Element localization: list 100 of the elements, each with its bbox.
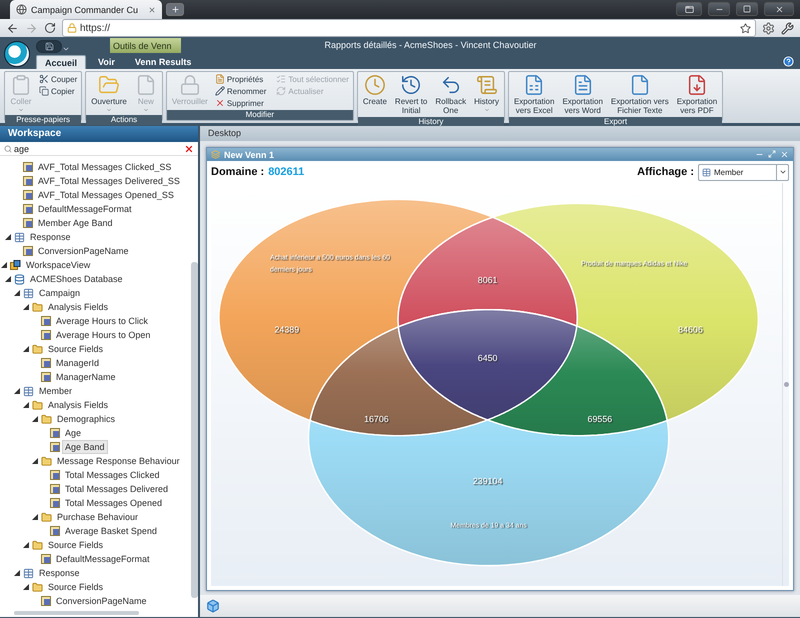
tree-item[interactable]: Message Response Behaviour <box>54 454 183 468</box>
expander-icon[interactable] <box>22 583 30 591</box>
display-dropdown[interactable]: Member <box>698 164 789 180</box>
tree-item[interactable]: Age <box>62 426 84 440</box>
window-title: New Venn 1 <box>224 150 274 160</box>
folder-icon <box>32 540 43 550</box>
ribbon-button[interactable]: Exportation vers Word <box>559 73 606 116</box>
expander-icon[interactable] <box>0 261 8 269</box>
ribbon-tab[interactable]: Voir <box>90 55 123 69</box>
expander-icon[interactable] <box>22 345 30 353</box>
ribbon-button[interactable]: Revert to Initial <box>392 73 430 116</box>
domain-label: Domaine : <box>211 166 264 178</box>
expander-icon[interactable] <box>31 513 39 521</box>
tree-item[interactable]: DefaultMessageFormat <box>53 552 153 566</box>
expander-icon[interactable] <box>13 569 21 577</box>
region-count: 69556 <box>588 414 612 424</box>
tree-item[interactable]: ACMEShoes Database <box>27 272 126 286</box>
tree-item[interactable]: ManagerId <box>53 356 102 370</box>
ribbon-button[interactable]: Couper <box>37 73 80 85</box>
history-icon <box>400 74 422 96</box>
address-field[interactable]: https:// <box>62 19 756 37</box>
tab-title: Campaign Commander Cu <box>31 4 138 14</box>
tree-item[interactable]: Source Fields <box>45 538 106 552</box>
tree-item[interactable]: AVF_Total Messages Opened_SS <box>35 188 177 202</box>
ribbon-button[interactable]: Exportation vers Excel <box>510 73 558 116</box>
back-icon[interactable] <box>6 22 19 34</box>
tree-item[interactable]: Member <box>36 384 76 398</box>
tree-item[interactable]: Total Messages Opened <box>62 496 166 510</box>
window-button[interactable] <box>676 2 702 16</box>
new-tab-button[interactable] <box>166 3 184 16</box>
tree-item[interactable]: AVF_Total Messages Clicked_SS <box>35 160 174 174</box>
tree-item[interactable]: ConversionPageName <box>35 244 132 258</box>
tree-item[interactable]: Purchase Behaviour <box>54 510 142 524</box>
expander-icon[interactable] <box>22 541 30 549</box>
ribbon-tab[interactable]: Accueil <box>36 55 86 69</box>
ribbon-button[interactable]: Exportation vers PDF <box>674 73 720 116</box>
save-button[interactable] <box>36 40 62 53</box>
tree-item[interactable]: Response <box>36 566 83 580</box>
close-icon[interactable] <box>148 6 156 14</box>
ribbon-button[interactable]: History <box>471 73 502 114</box>
ribbon-button[interactable]: Copier <box>37 85 80 97</box>
clear-icon[interactable] <box>184 144 194 154</box>
ribbon-button[interactable]: Exportation vers Fichier Texte <box>608 73 672 116</box>
domain-value: 802611 <box>268 166 304 178</box>
app-logo[interactable] <box>4 41 30 67</box>
tree-item[interactable]: ConversionPageName <box>53 594 150 608</box>
tree-item[interactable]: Total Messages Clicked <box>62 468 163 482</box>
expander-icon[interactable] <box>4 275 12 283</box>
scroll-handle[interactable] <box>784 382 788 387</box>
cube-icon[interactable] <box>206 599 220 613</box>
reload-icon[interactable] <box>44 22 56 34</box>
expander-icon[interactable] <box>22 303 30 311</box>
scroll-icon <box>476 74 498 96</box>
folder-icon <box>41 512 52 522</box>
ribbon-button[interactable]: Rollback One <box>432 73 470 116</box>
expander-icon[interactable] <box>13 387 21 395</box>
tree-item[interactable]: DefaultMessageFormat <box>35 202 135 216</box>
search-field[interactable]: age <box>14 143 182 154</box>
tree-item[interactable]: Average Hours to Click <box>53 314 151 328</box>
maximize-icon[interactable] <box>768 150 776 158</box>
tree-item[interactable]: Analysis Fields <box>45 398 112 412</box>
tree-item[interactable]: Response <box>27 230 74 244</box>
ribbon-tab[interactable]: Venn Results <box>126 55 200 69</box>
tree-item[interactable]: Source Fields <box>45 580 106 594</box>
help-icon[interactable] <box>783 56 794 66</box>
ribbon-button[interactable]: Renommer <box>212 85 268 97</box>
tree-item[interactable]: Member Age Band <box>35 216 116 230</box>
caret-icon[interactable] <box>62 45 70 53</box>
ribbon-group-title: History <box>358 117 504 127</box>
ribbon-button[interactable]: Ouverture <box>88 73 130 114</box>
ribbon-button[interactable]: Create <box>360 73 390 107</box>
expander-icon[interactable] <box>31 415 39 423</box>
save-icon <box>44 42 54 51</box>
tree-item[interactable]: Total Messages Delivered <box>62 482 172 496</box>
tree-item[interactable]: Source Fields <box>45 342 106 356</box>
settings-icon[interactable] <box>762 22 775 34</box>
browser-tab[interactable]: Campaign Commander Cu <box>10 0 162 19</box>
expander-icon[interactable] <box>22 401 30 409</box>
expander-icon[interactable] <box>4 233 12 241</box>
wrench-icon[interactable] <box>781 22 794 34</box>
ribbon-button[interactable]: Propriétés <box>212 73 268 85</box>
ribbon-group-title: Actions <box>86 115 162 125</box>
tree-item[interactable]: Analysis Fields <box>45 300 112 314</box>
tree-item[interactable]: Demographics <box>54 412 118 426</box>
star-icon[interactable] <box>740 22 751 34</box>
table-icon <box>23 288 34 298</box>
clock-icon <box>364 74 386 96</box>
tree-item[interactable]: WorkspaceView <box>23 258 94 272</box>
tree-item[interactable]: Average Hours to Open <box>53 328 154 342</box>
close-button[interactable] <box>764 2 794 16</box>
tree-item[interactable]: AVF_Total Messages Delivered_SS <box>35 174 183 188</box>
tree-item[interactable]: Campaign <box>36 286 84 300</box>
expander-icon[interactable] <box>13 289 21 297</box>
tree-item[interactable]: Average Basket Spend <box>62 524 160 538</box>
ribbon-button[interactable]: Supprimer <box>212 97 268 109</box>
tree-item[interactable]: ManagerName <box>53 370 119 384</box>
panel-title: Workspace <box>0 126 198 142</box>
expander-icon[interactable] <box>31 457 39 465</box>
tree-item[interactable]: Age Band <box>62 440 108 454</box>
maximize-button[interactable] <box>736 2 758 16</box>
